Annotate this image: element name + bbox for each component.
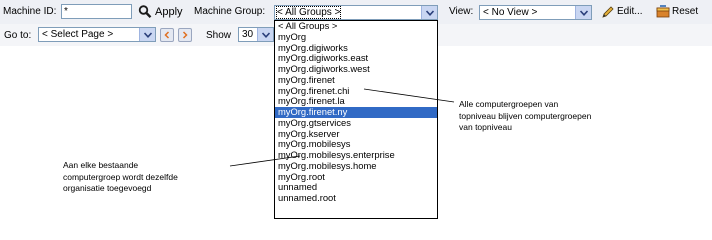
annotation-left-line: organisatie toegevoegd — [63, 183, 152, 193]
callout-line-right — [363, 88, 455, 103]
annotation-right-line: topniveau blijven computergroepen — [459, 110, 592, 121]
annotation-left: Aan elke bestaande computergroep wordt d… — [63, 160, 178, 195]
annotation-right-line: van topniveau — [459, 122, 512, 132]
callout-line-left — [229, 155, 301, 167]
annotation-right-line: Alle computergroepen van — [459, 99, 559, 109]
annotation-left-line: Aan elke bestaande — [63, 160, 139, 170]
annotation-right: Alle computergroepen van topniveau blijv… — [459, 99, 591, 134]
annotation-left-line: computergroep wordt dezelfde — [63, 171, 178, 182]
